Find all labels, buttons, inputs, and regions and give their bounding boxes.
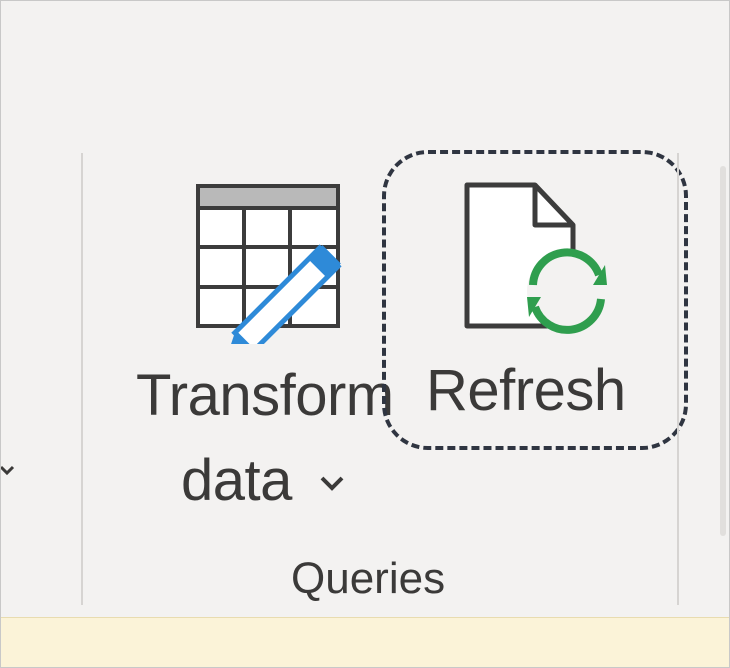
ribbon-screenshot-frame: Transform data Refresh Queries — [0, 0, 730, 668]
info-bar — [1, 617, 729, 667]
document-refresh-icon — [464, 182, 607, 334]
refresh-button[interactable]: Refresh — [411, 171, 641, 431]
transform-data-label-line2: data — [181, 448, 292, 513]
group-separator-right — [677, 153, 679, 605]
refresh-label: Refresh — [426, 358, 626, 423]
chevron-down-icon[interactable] — [1, 459, 15, 481]
transform-data-button[interactable]: Transform data — [126, 179, 406, 519]
ribbon: Transform data Refresh Queries — [1, 1, 729, 617]
group-separator-left — [81, 153, 83, 605]
queries-group-label: Queries — [291, 554, 446, 603]
table-edit-icon — [196, 184, 342, 344]
dropdown-chevron-icon[interactable] — [318, 474, 346, 494]
transform-data-label-line1: Transform — [136, 363, 394, 428]
scrollbar-edge[interactable] — [720, 166, 726, 536]
